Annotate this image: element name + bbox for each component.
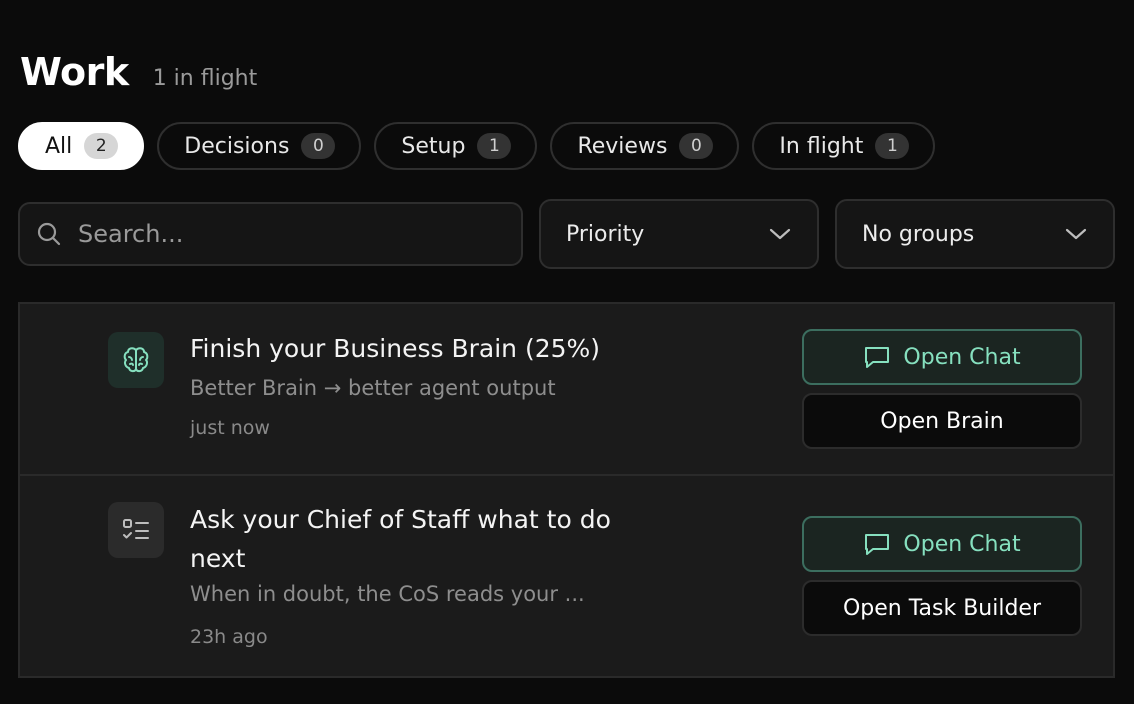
tab-count-badge: 1: [875, 133, 910, 159]
search-box: [18, 202, 523, 266]
tab-label: Setup: [401, 133, 466, 159]
page-title: Work: [20, 50, 129, 94]
open-chat-label: Open Chat: [903, 344, 1021, 370]
sort-dropdown-value: Priority: [566, 221, 645, 247]
tab-label: All: [45, 133, 73, 159]
item-title: Finish your Business Brain (25%): [190, 334, 601, 363]
item-description: When in doubt, the CoS reads your ...: [190, 582, 585, 606]
item-timestamp: just now: [190, 417, 270, 439]
filter-tabs: All 2 Decisions 0 Setup 1 Reviews 0 In f…: [18, 122, 948, 170]
item-timestamp: 23h ago: [190, 626, 268, 648]
tab-in-flight[interactable]: In flight 1: [752, 122, 936, 170]
checklist-icon: [108, 502, 164, 558]
chevron-down-icon: [769, 228, 791, 240]
in-flight-summary: 1 in flight: [152, 66, 258, 91]
work-item-list: Finish your Business Brain (25%) Better …: [18, 302, 1115, 678]
item-title: Ask your Chief of Staff what to do next: [190, 505, 611, 573]
search-icon: [37, 222, 61, 246]
tab-label: Reviews: [577, 133, 668, 159]
open-task-builder-label: Open Task Builder: [842, 595, 1042, 621]
list-item: Finish your Business Brain (25%) Better …: [20, 304, 1113, 476]
page-header: Work 1 in flight: [20, 50, 257, 94]
tab-all[interactable]: All 2: [18, 122, 145, 170]
tab-count-badge: 0: [301, 133, 336, 159]
list-item: Ask your Chief of Staff what to do next …: [20, 476, 1113, 678]
chat-bubble-icon: [865, 347, 890, 368]
tab-setup[interactable]: Setup 1: [374, 122, 538, 170]
tab-count-badge: 0: [679, 133, 714, 159]
tab-count-badge: 2: [84, 133, 119, 159]
open-brain-label: Open Brain: [880, 408, 1004, 434]
brain-icon: [108, 332, 164, 388]
sort-dropdown[interactable]: Priority: [539, 199, 819, 269]
work-page: Work 1 in flight All 2 Decisions 0 Setup…: [0, 0, 1134, 704]
chevron-down-icon: [1065, 228, 1087, 240]
open-brain-button[interactable]: Open Brain: [802, 393, 1082, 449]
search-input[interactable]: [76, 219, 480, 249]
tab-decisions[interactable]: Decisions 0: [157, 122, 362, 170]
tab-label: In flight: [779, 133, 864, 159]
group-dropdown-value: No groups: [862, 221, 975, 247]
tab-label: Decisions: [184, 133, 290, 159]
tab-count-badge: 1: [477, 133, 512, 159]
tab-reviews[interactable]: Reviews 0: [550, 122, 740, 170]
open-chat-button[interactable]: Open Chat: [802, 329, 1082, 385]
open-chat-button[interactable]: Open Chat: [802, 516, 1082, 572]
open-chat-label: Open Chat: [903, 531, 1021, 557]
chat-bubble-icon: [865, 534, 890, 555]
item-description: Better Brain → better agent output: [190, 376, 556, 400]
open-task-builder-button[interactable]: Open Task Builder: [802, 580, 1082, 636]
group-dropdown[interactable]: No groups: [835, 199, 1115, 269]
